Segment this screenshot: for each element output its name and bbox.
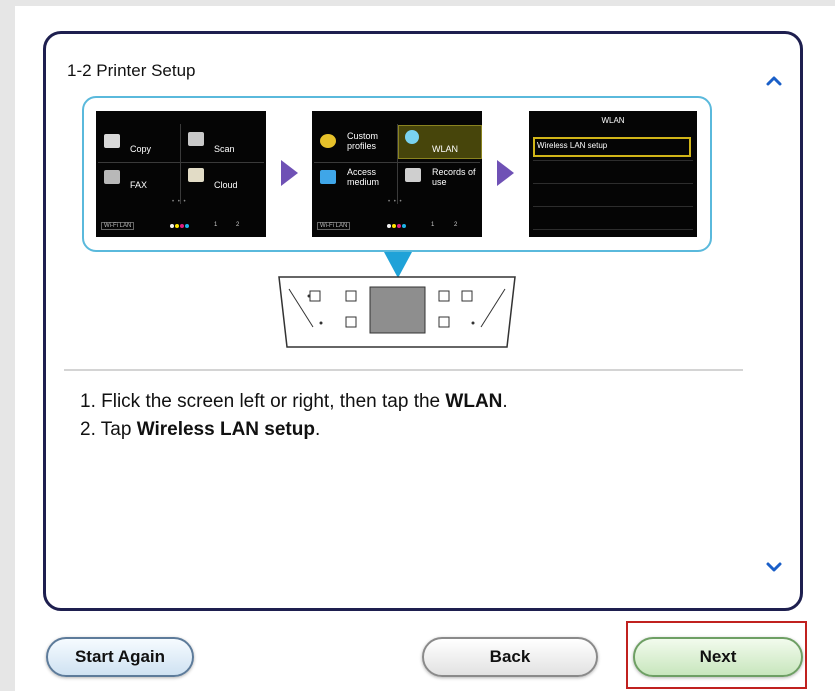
step-arrow bbox=[497, 160, 514, 186]
ink-dot bbox=[185, 224, 189, 228]
ink-dot bbox=[387, 224, 391, 228]
divider bbox=[64, 369, 743, 371]
wlan-screen-header: WLAN bbox=[601, 116, 625, 125]
status-wifi: Wi-Fi LAN bbox=[101, 222, 135, 230]
cloud-icon bbox=[188, 168, 204, 182]
next-button[interactable]: Next bbox=[633, 637, 803, 677]
page-dots: • • • bbox=[172, 199, 187, 205]
status-tray-1: 1 bbox=[214, 222, 218, 228]
ink-dot bbox=[170, 224, 174, 228]
tile-label-records-of-use: Records of use bbox=[432, 167, 476, 187]
access-medium-icon bbox=[320, 170, 336, 184]
ink-dot bbox=[180, 224, 184, 228]
grid-line bbox=[314, 162, 480, 163]
status-tray-2: 2 bbox=[454, 222, 458, 228]
records-icon bbox=[405, 168, 421, 182]
page-dots: • • • bbox=[388, 199, 403, 205]
printer-operation-panel bbox=[278, 276, 516, 348]
start-again-button[interactable]: Start Again bbox=[46, 637, 194, 677]
grid-line bbox=[397, 124, 398, 204]
ink-dot bbox=[392, 224, 396, 228]
tile-label-copy: Copy bbox=[130, 144, 152, 154]
tile-label-scan: Scan bbox=[214, 144, 235, 154]
ink-dot bbox=[397, 224, 401, 228]
wlan-icon bbox=[405, 130, 419, 144]
tile-label-custom-profiles: Custom profiles bbox=[347, 131, 379, 151]
list-divider bbox=[533, 206, 693, 207]
list-divider bbox=[533, 183, 693, 184]
status-tray-2: 2 bbox=[236, 222, 240, 228]
copy-icon bbox=[104, 134, 120, 148]
tile-label-cloud: Cloud bbox=[214, 180, 238, 190]
scan-icon bbox=[188, 132, 204, 146]
ink-dot bbox=[175, 224, 179, 228]
grid-line bbox=[98, 162, 264, 163]
printer-screen-home bbox=[96, 111, 266, 237]
printer-screen-wlan bbox=[529, 111, 697, 237]
chevron-down-icon[interactable] bbox=[763, 556, 785, 578]
ink-dot bbox=[402, 224, 406, 228]
star-icon bbox=[320, 134, 336, 148]
back-button[interactable]: Back bbox=[422, 637, 598, 677]
step-arrow bbox=[281, 160, 298, 186]
tile-label-fax: FAX bbox=[130, 180, 148, 190]
fax-icon bbox=[104, 170, 120, 184]
wireless-lan-setup-label: Wireless LAN setup bbox=[537, 141, 608, 150]
list-divider bbox=[533, 229, 693, 230]
list-divider bbox=[533, 160, 693, 161]
page-title: 1-2 Printer Setup bbox=[67, 61, 196, 80]
grid-line bbox=[180, 124, 181, 204]
status-wifi: Wi-Fi LAN bbox=[317, 222, 351, 230]
tile-label-wlan: WLAN bbox=[432, 144, 459, 154]
instruction-step-2: 2. Tap Wireless LAN setup. bbox=[80, 419, 321, 440]
chevron-up-icon[interactable] bbox=[763, 70, 785, 92]
instructions: 1. Flick the screen left or right, then … bbox=[80, 388, 508, 444]
status-tray-1: 1 bbox=[431, 222, 435, 228]
instruction-step-1: 1. Flick the screen left or right, then … bbox=[80, 391, 508, 412]
tile-label-access-medium: Access medium bbox=[347, 167, 380, 187]
